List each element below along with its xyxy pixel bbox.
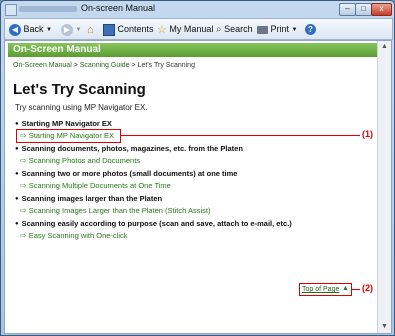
link-label: Scanning Images Larger than the Platen (…: [28, 206, 211, 215]
link-label: Scanning Multiple Documents at One Time: [28, 181, 171, 190]
page-title: Let's Try Scanning: [13, 81, 146, 98]
help-icon: ?: [305, 24, 316, 36]
breadcrumb-current: Let's Try Scanning: [137, 62, 195, 69]
section-heading-purpose: Scanning easily according to purpose (sc…: [15, 219, 292, 228]
help-button[interactable]: ?: [305, 22, 316, 36]
search-button-label: Search: [224, 24, 253, 34]
callout-label-1: (1): [362, 129, 373, 139]
breadcrumb-link-scanning-guide[interactable]: Scanning Guide: [80, 62, 130, 69]
star-icon: ☆: [157, 23, 167, 36]
chevron-down-icon: ▼: [291, 26, 298, 33]
callout-line-1: [120, 135, 360, 136]
print-button[interactable]: Print ▼: [257, 22, 298, 36]
forward-button[interactable]: ▶ ▼: [61, 22, 81, 36]
search-button[interactable]: ⌕ Search: [216, 22, 253, 36]
app-icon: [5, 4, 17, 16]
my-manual-button-label: My Manual: [169, 24, 214, 34]
link-easy-scanning[interactable]: ⇨ Easy Scanning with One-click: [20, 231, 128, 240]
my-manual-button[interactable]: ☆ My Manual: [157, 22, 213, 36]
section-heading-multiple: Scanning two or more photos (small docum…: [15, 169, 238, 178]
arrow-right-icon: ⇨: [20, 181, 27, 190]
manual-banner: On-Screen Manual: [8, 43, 380, 57]
home-button[interactable]: ⌂: [87, 22, 94, 36]
arrow-right-icon: ⇨: [20, 156, 27, 165]
maximize-button[interactable]: □: [355, 3, 372, 16]
breadcrumb-separator: >: [131, 62, 136, 69]
breadcrumb-link-home[interactable]: On-Screen Manual: [13, 62, 72, 69]
forward-arrow-icon: ▶: [61, 23, 73, 36]
contents-book-icon: [103, 23, 115, 36]
back-button[interactable]: ◀ Back ▼: [9, 22, 52, 36]
highlight-box-1: [16, 129, 121, 143]
minimize-button[interactable]: –: [339, 3, 356, 16]
magnifier-icon: ⌕: [216, 23, 222, 35]
blurred-title-prefix: [19, 6, 77, 12]
arrow-right-icon: ⇨: [20, 231, 27, 240]
chevron-down-icon: ▼: [46, 26, 52, 33]
home-icon: ⌂: [87, 23, 94, 36]
link-scanning-larger[interactable]: ⇨ Scanning Images Larger than the Platen …: [20, 206, 210, 215]
scroll-up-arrow-icon[interactable]: ▲: [378, 41, 391, 53]
printer-icon: [257, 25, 268, 34]
print-button-label: Print: [270, 24, 290, 34]
chevron-down-icon: ▼: [75, 26, 82, 33]
application-window: On-screen Manual – □ x ◀ Back ▼ ▶ ▼ ⌂ Co…: [0, 0, 395, 336]
section-heading-starting: Starting MP Navigator EX: [15, 119, 112, 128]
arrow-right-icon: ⇨: [20, 206, 27, 215]
section-heading-platen: Scanning documents, photos, magazines, e…: [15, 144, 243, 153]
back-button-label: Back: [23, 24, 44, 34]
link-scanning-photos[interactable]: ⇨ Scanning Photos and Documents: [20, 156, 140, 165]
breadcrumb-separator: >: [73, 62, 78, 69]
back-arrow-icon: ◀: [9, 23, 21, 36]
toolbar: ◀ Back ▼ ▶ ▼ ⌂ Contents ☆ My Manual ⌕ Se…: [4, 18, 393, 40]
highlight-box-2: [299, 283, 352, 296]
scroll-down-arrow-icon[interactable]: ▼: [378, 321, 391, 333]
link-scanning-multiple[interactable]: ⇨ Scanning Multiple Documents at One Time: [20, 181, 171, 190]
vertical-scrollbar[interactable]: ▲ ▼: [377, 41, 391, 333]
title-bar[interactable]: On-screen Manual – □ x: [1, 1, 394, 17]
section-heading-larger: Scanning images larger than the Platen: [15, 194, 162, 203]
contents-button-label: Contents: [117, 24, 154, 34]
contents-button[interactable]: Contents: [103, 22, 154, 36]
link-label: Scanning Photos and Documents: [28, 156, 141, 165]
page-intro: Try scanning using MP Navigator EX.: [15, 103, 148, 112]
callout-line-2: [351, 289, 360, 290]
link-label: Easy Scanning with One-click: [28, 231, 128, 240]
window-title: On-screen Manual: [81, 3, 156, 13]
callout-label-2: (2): [362, 283, 373, 293]
breadcrumb: On-Screen Manual > Scanning Guide > Let'…: [13, 62, 195, 69]
manual-content-pane: On-Screen Manual On-Screen Manual > Scan…: [4, 40, 392, 334]
close-button[interactable]: x: [371, 3, 392, 16]
